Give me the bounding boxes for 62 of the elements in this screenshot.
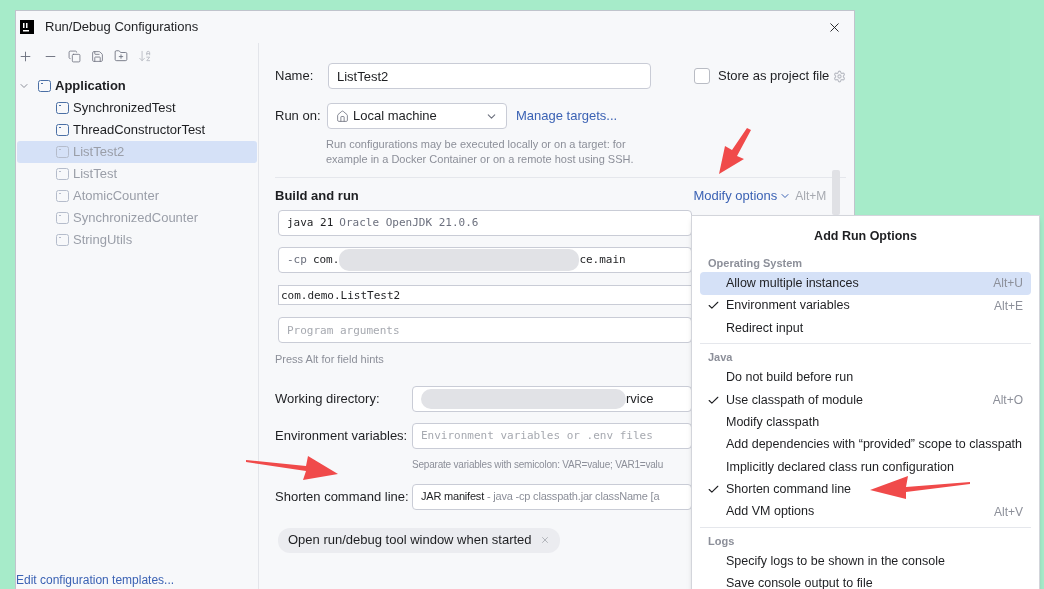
shorten-command-line-dropdown[interactable]: JAR manifest - java -cp classpath.jar className [a: [412, 483, 692, 510]
folder-plus-icon[interactable]: [114, 49, 128, 63]
field-label: Name:: [275, 67, 315, 86]
name-input[interactable]: ListTest2: [328, 63, 651, 89]
menu-item[interactable]: Add VM options Alt+V: [700, 500, 1031, 523]
main-class-input[interactable]: com.demo.ListTest2: [278, 285, 692, 305]
configuration-icon: [56, 212, 69, 224]
checkbox[interactable]: [694, 68, 710, 84]
menu-item[interactable]: Specify logs to be shown in the console: [700, 550, 1031, 573]
popup-title: Add Run Options: [814, 228, 917, 245]
configuration-icon: [56, 102, 69, 114]
app-logo-icon: [20, 20, 34, 34]
section-header: Java: [708, 350, 734, 366]
configuration-icon: [56, 146, 69, 158]
manage-targets-link[interactable]: Manage targets...: [516, 106, 618, 126]
copy-icon[interactable]: [68, 49, 81, 63]
configuration-icon: [56, 124, 69, 136]
window-title: Run/Debug Configurations: [45, 18, 199, 37]
menu-item[interactable]: Environment variables Alt+E: [700, 294, 1031, 317]
shortcut-label: Alt+M: [795, 188, 827, 205]
tree-item[interactable]: Application: [55, 76, 126, 96]
menu-item[interactable]: Redirect input: [700, 316, 1031, 340]
configuration-icon: [38, 80, 51, 92]
field-label: Shorten command line:: [275, 487, 410, 506]
section-header: Logs: [708, 533, 736, 549]
program-arguments-input[interactable]: Program arguments: [278, 317, 692, 343]
sort-icon[interactable]: [138, 49, 152, 63]
field-hint: Press Alt for field hints: [275, 352, 384, 367]
home-icon: [336, 109, 349, 123]
menu-item[interactable]: Implicitly declared class run configuration: [700, 455, 1031, 479]
menu-item[interactable]: Modify classpath: [700, 411, 1031, 434]
working-directory-field[interactable]: rvice: [412, 385, 692, 412]
close-icon[interactable]: [539, 535, 550, 545]
configuration-icon: [56, 190, 69, 202]
settings-icon[interactable]: [833, 69, 847, 83]
section-title: Build and run: [275, 187, 359, 206]
checkbox-label: Store as project file: [718, 67, 830, 86]
environment-variables-input[interactable]: Environment variables or .env files: [412, 422, 692, 449]
menu-item[interactable]: Do not build before run: [700, 366, 1031, 389]
field-label: Run on:: [275, 107, 322, 126]
field-label: Environment variables:: [275, 426, 409, 445]
jre-field[interactable]: java 21 Oracle OpenJDK 21.0.6: [278, 210, 692, 236]
save-icon[interactable]: [91, 49, 104, 63]
section-header: Operating System: [708, 255, 804, 271]
configuration-icon: [56, 168, 69, 180]
edit-templates-link[interactable]: Edit configuration templates...: [16, 571, 175, 589]
menu-item[interactable]: Save console output to file: [700, 572, 1031, 589]
run-on-hint: Run configurations may be executed locally or on a target: for example in a Docker Container or on a remote host using SSH.: [326, 137, 635, 167]
classpath-field[interactable]: -cp com. ce.main: [278, 247, 692, 273]
tree-item[interactable]: SynchronizedTest: [17, 97, 257, 119]
field-label: Working directory:: [275, 389, 381, 408]
modify-options-button[interactable]: Modify options: [693, 186, 792, 206]
option-chip[interactable]: Open run/debug tool window when started: [278, 527, 560, 553]
menu-item[interactable]: Allow multiple instances Alt+U: [700, 272, 1031, 295]
menu-item[interactable]: Use classpath of module Alt+O: [700, 388, 1031, 412]
tree-item[interactable]: ThreadConstructorTest: [17, 119, 257, 141]
run-on-dropdown[interactable]: Local machine: [327, 103, 507, 129]
environment-variables-hint: Separate variables with semicolon: VAR=value; VAR1=valu: [412, 457, 663, 472]
configuration-icon: [56, 234, 69, 246]
add-icon[interactable]: [18, 48, 33, 64]
menu-item[interactable]: Shorten command line: [700, 478, 1031, 501]
menu-item[interactable]: Add dependencies with “provided” scope to classpath: [700, 433, 1031, 456]
